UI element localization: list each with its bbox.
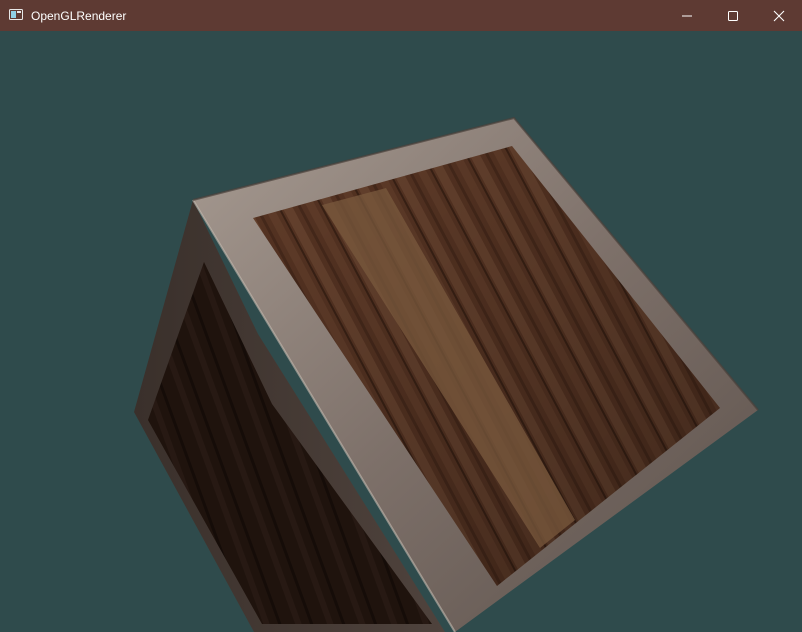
window-title: OpenGLRenderer — [31, 9, 127, 23]
render-viewport[interactable] — [0, 31, 802, 632]
close-button[interactable] — [756, 0, 802, 31]
application-window-icon — [9, 9, 23, 20]
scene-canvas — [0, 31, 802, 632]
maximize-icon — [728, 10, 738, 21]
minimize-button[interactable] — [664, 0, 710, 31]
minimize-icon — [682, 15, 692, 16]
app-window: OpenGLRenderer — [0, 0, 802, 632]
close-icon — [773, 10, 785, 21]
title-bar[interactable]: OpenGLRenderer — [0, 0, 802, 31]
maximize-button[interactable] — [710, 0, 756, 31]
